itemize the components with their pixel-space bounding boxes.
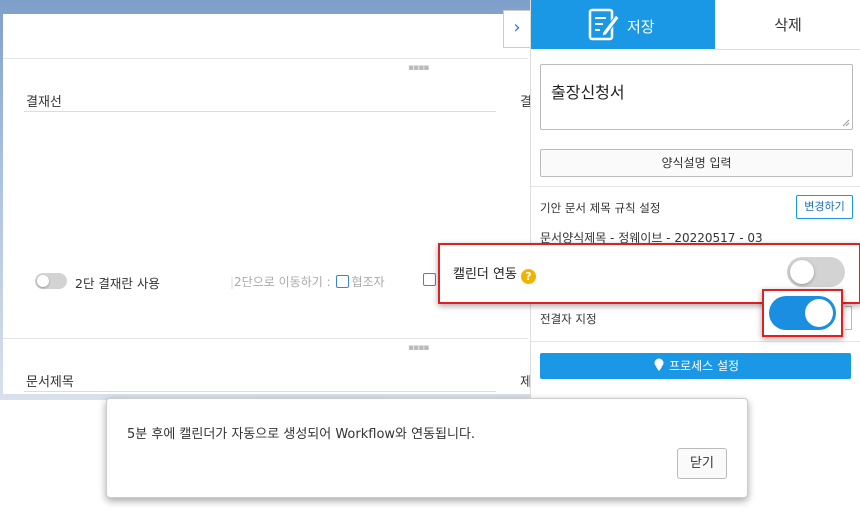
drag-handle-icon[interactable]: ▪▪▪▪ xyxy=(408,63,429,73)
chevron-right-icon: › xyxy=(513,17,521,38)
move-label: 2단으로 이동하기 : xyxy=(234,275,331,289)
drag-handle-icon[interactable]: ▪▪▪▪ xyxy=(408,343,429,353)
field-underline xyxy=(24,111,496,112)
edit-document-icon xyxy=(588,8,620,41)
panel-divider xyxy=(531,186,860,187)
process-settings-button[interactable]: 프로세스 설정 xyxy=(540,353,851,379)
calendar-sync-label-wrap: 캘린더 연동? xyxy=(453,263,536,284)
section-divider xyxy=(3,338,528,339)
process-icon xyxy=(654,358,664,371)
process-settings-label: 프로세스 설정 xyxy=(668,359,740,373)
save-tab-label: 저장 xyxy=(627,18,655,36)
form-title-value: 출장신청서 xyxy=(551,83,625,102)
resize-grip-icon[interactable] xyxy=(842,119,850,127)
change-rule-button[interactable]: 변경하기 xyxy=(796,195,853,219)
toggle-knob xyxy=(790,260,814,284)
form-description-button[interactable]: 양식설명 입력 xyxy=(540,149,853,177)
move-row: |2단으로 이동하기 : 협조자 xyxy=(230,275,385,289)
notification-dialog: 5분 후에 캘린더가 자동으로 생성되어 Workflow와 연동됩니다. 닫기 xyxy=(106,398,748,498)
field-underline xyxy=(24,391,496,392)
section-divider xyxy=(3,58,528,59)
approver-field-edge xyxy=(845,306,852,330)
save-tab[interactable]: 저장 xyxy=(531,0,715,49)
delete-tab[interactable]: 삭제 xyxy=(715,0,860,50)
help-icon[interactable]: ? xyxy=(520,269,536,284)
form-title-input[interactable]: 출장신청서 xyxy=(540,64,853,130)
settings-panel: 저장 삭제 출장신청서 양식설명 입력 기안 문서 제목 규칙 설정 변경하기 … xyxy=(530,0,860,400)
toggle-knob xyxy=(37,275,49,287)
calendar-sync-toggle[interactable] xyxy=(787,257,845,287)
extra-checkbox[interactable] xyxy=(423,273,436,286)
expand-panel-button[interactable]: › xyxy=(503,10,530,48)
panel-divider xyxy=(531,341,860,342)
final-approver-toggle-box xyxy=(762,289,843,337)
cooperator-checkbox[interactable] xyxy=(336,275,350,288)
form-editor xyxy=(3,14,530,394)
final-approver-label: 전결자 지정 xyxy=(540,312,597,326)
approval-line-label: 결재선 xyxy=(26,95,62,110)
toggle-knob xyxy=(805,299,833,327)
cooperator-label: 협조자 xyxy=(351,275,385,289)
close-button[interactable]: 닫기 xyxy=(677,448,727,479)
doc-title-label: 문서제목 xyxy=(26,375,74,390)
notification-message: 5분 후에 캘린더가 자동으로 생성되어 Workflow와 연동됩니다. xyxy=(127,427,476,442)
title-rule-label: 기안 문서 제목 규칙 설정 xyxy=(540,201,661,215)
two-level-toggle[interactable] xyxy=(35,273,67,289)
two-level-label: 2단 결재란 사용 xyxy=(75,276,160,291)
final-approver-toggle[interactable] xyxy=(769,296,836,330)
calendar-sync-label: 캘린더 연동 xyxy=(453,267,517,282)
